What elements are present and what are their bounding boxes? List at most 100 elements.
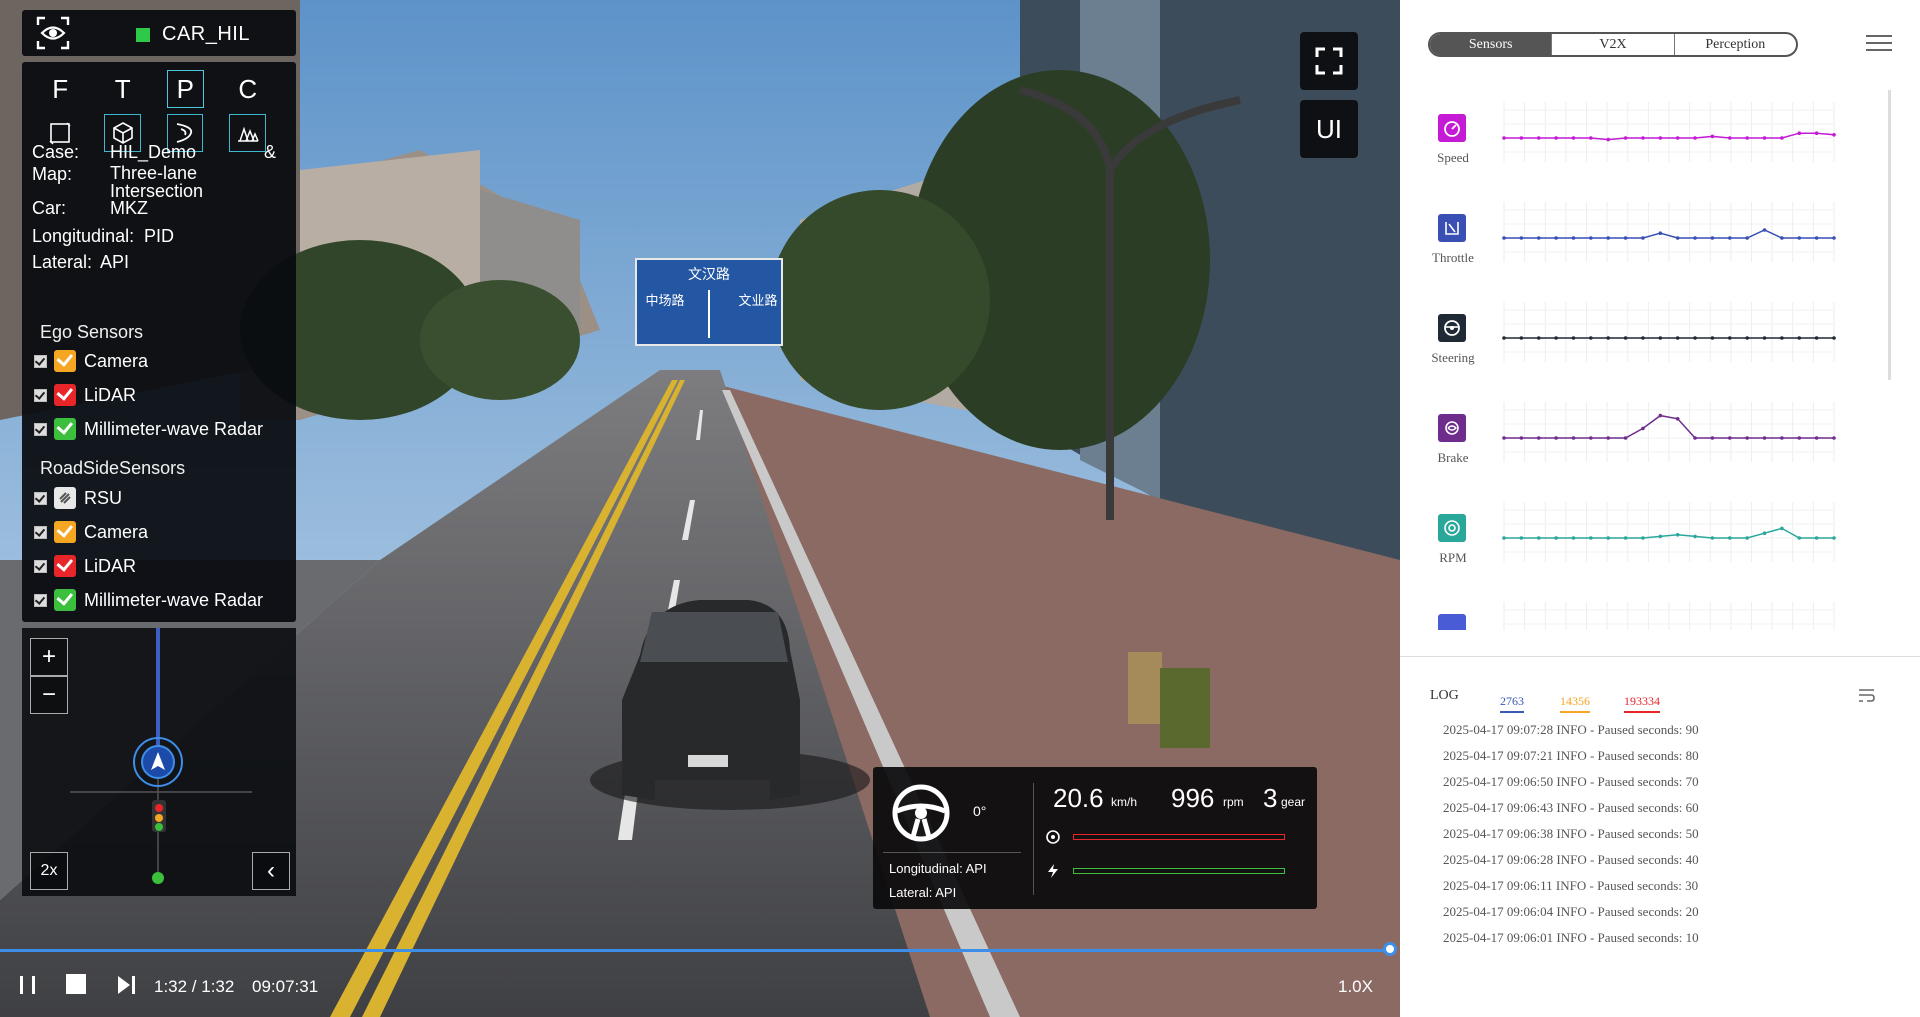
steering-wheel-icon	[1438, 314, 1466, 342]
series-point	[1745, 336, 1749, 340]
series-point	[1536, 236, 1541, 240]
log-count-warn[interactable]: 14356	[1560, 694, 1590, 713]
tab-bar: Sensors V2X Perception	[1428, 32, 1798, 57]
log-entry: 2025-04-17 09:06:04 INFO - Paused second…	[1443, 904, 1699, 919]
metric-brake: Brake	[1400, 400, 1890, 490]
playback-speed[interactable]: 1.0X	[1338, 977, 1373, 997]
ego-sensor-radar[interactable]: Millimeter-wave Radar	[34, 417, 263, 441]
ego-sensor-lidar[interactable]: LiDAR	[34, 383, 136, 407]
series-point	[1745, 536, 1749, 540]
series-point	[1675, 236, 1680, 240]
metrics-scrollbar[interactable]	[1888, 90, 1891, 380]
ego-sensor-camera[interactable]: Camera	[34, 349, 148, 373]
log-count-info[interactable]: 2763	[1500, 694, 1524, 713]
series-point	[1536, 436, 1541, 440]
series-point	[1675, 417, 1680, 421]
sensor-label: Camera	[84, 350, 149, 371]
series-point	[1554, 536, 1558, 540]
zoom-in-button[interactable]: +	[30, 638, 68, 676]
camera-view-icon[interactable]	[36, 16, 70, 50]
series-point	[1832, 336, 1836, 340]
lidar-badge-icon	[54, 555, 76, 577]
series-point	[1623, 436, 1628, 440]
sensor-label: Millimeter-wave Radar	[84, 589, 264, 610]
tab-sensors[interactable]: Sensors	[1430, 34, 1552, 55]
view-chase-button[interactable]: C	[230, 70, 266, 108]
view-top-button[interactable]: T	[104, 70, 140, 108]
series-point	[1519, 536, 1524, 540]
series-point	[1814, 536, 1819, 540]
grid-terrain-icon[interactable]	[229, 114, 266, 152]
rsu-badge-icon	[54, 487, 76, 509]
app-title: CAR_HIL	[162, 23, 250, 45]
view-mode-row: F T P C	[42, 70, 292, 110]
series-point	[1519, 136, 1524, 140]
series-point	[1727, 336, 1732, 340]
metric-steering: Steering	[1400, 300, 1890, 390]
tab-v2x[interactable]: V2X	[1551, 34, 1673, 55]
rpm-value: 996	[1171, 783, 1215, 813]
title-bar: CAR_HIL	[22, 10, 296, 56]
log-entry: 2025-04-17 09:06:38 INFO - Paused second…	[1443, 826, 1699, 841]
series-point	[1814, 131, 1819, 135]
roadside-sensor-lidar[interactable]: LiDAR	[34, 554, 136, 578]
series-point	[1710, 436, 1715, 440]
fullscreen-button[interactable]	[1300, 32, 1358, 90]
checkbox-icon[interactable]	[34, 422, 47, 436]
checkbox-icon[interactable]	[34, 559, 47, 573]
checkbox-icon[interactable]	[34, 491, 47, 505]
series-point	[1519, 436, 1524, 440]
vehicle-hud: 0° Longitudinal: API Lateral: API 20.6 k…	[873, 767, 1317, 909]
zoom-out-button[interactable]: −	[30, 676, 68, 714]
hud-longitudinal: Longitudinal: API	[889, 861, 987, 876]
rpm-unit: rpm	[1223, 795, 1244, 809]
series-point	[1536, 336, 1541, 340]
log-count-error[interactable]: 193334	[1624, 694, 1660, 713]
series-point	[1606, 436, 1611, 440]
car-label: Car:	[32, 198, 67, 218]
series-point	[1797, 436, 1802, 440]
minimap[interactable]: + − 2x ‹	[22, 628, 296, 896]
metric-label: Throttle	[1432, 250, 1474, 265]
checkbox-icon[interactable]	[34, 525, 47, 539]
series-point	[1780, 236, 1784, 240]
roadside-sensor-camera[interactable]: Camera	[34, 520, 148, 544]
stop-icon[interactable]	[66, 974, 86, 994]
view-front-button[interactable]: F	[42, 70, 78, 108]
series-point	[1693, 136, 1697, 140]
checkbox-icon[interactable]	[34, 388, 47, 402]
series-point	[1675, 136, 1680, 140]
series-point	[1658, 136, 1663, 140]
series-point	[1502, 236, 1506, 240]
series-point	[1832, 133, 1836, 137]
series-point	[1675, 336, 1680, 340]
checkbox-icon[interactable]	[34, 354, 47, 368]
metric-rpm: RPM	[1400, 500, 1890, 590]
collapse-button[interactable]: ‹	[252, 852, 290, 890]
series-point	[1762, 336, 1767, 340]
wrap-lines-icon[interactable]	[1858, 688, 1876, 704]
series-point	[1589, 236, 1593, 240]
view-perspective-button[interactable]: P	[166, 70, 204, 108]
step-forward-icon[interactable]	[116, 974, 138, 996]
longitudinal-value: PID	[144, 226, 175, 246]
menu-icon[interactable]	[1866, 34, 1892, 52]
series-point	[1762, 531, 1767, 535]
roadside-sensor-rsu[interactable]: RSU	[34, 486, 122, 510]
playback-clock: 09:07:31	[252, 977, 319, 996]
steering-wheel-icon	[892, 784, 950, 842]
speedometer-icon	[1438, 114, 1466, 142]
sensor-label: LiDAR	[84, 555, 137, 576]
log-entry: 2025-04-17 09:07:28 INFO - Paused second…	[1443, 722, 1699, 737]
map-scale-button[interactable]: 2x	[30, 852, 68, 890]
pause-icon[interactable]	[18, 974, 38, 996]
brake-icon	[1438, 414, 1466, 442]
series-point	[1554, 336, 1558, 340]
tab-perception[interactable]: Perception	[1673, 34, 1796, 55]
roadside-sensor-radar[interactable]: Millimeter-wave Radar	[34, 588, 263, 612]
link-icon[interactable]: &	[264, 142, 276, 162]
toggle-ui-button[interactable]: UI	[1300, 100, 1358, 158]
checkbox-icon[interactable]	[34, 593, 47, 607]
simulation-viewport[interactable]: 文汉路 中场路 文业路 CAR_HIL F T P C Case: HIL_De…	[0, 0, 1400, 1017]
throttle-sparkline	[1502, 202, 1836, 262]
